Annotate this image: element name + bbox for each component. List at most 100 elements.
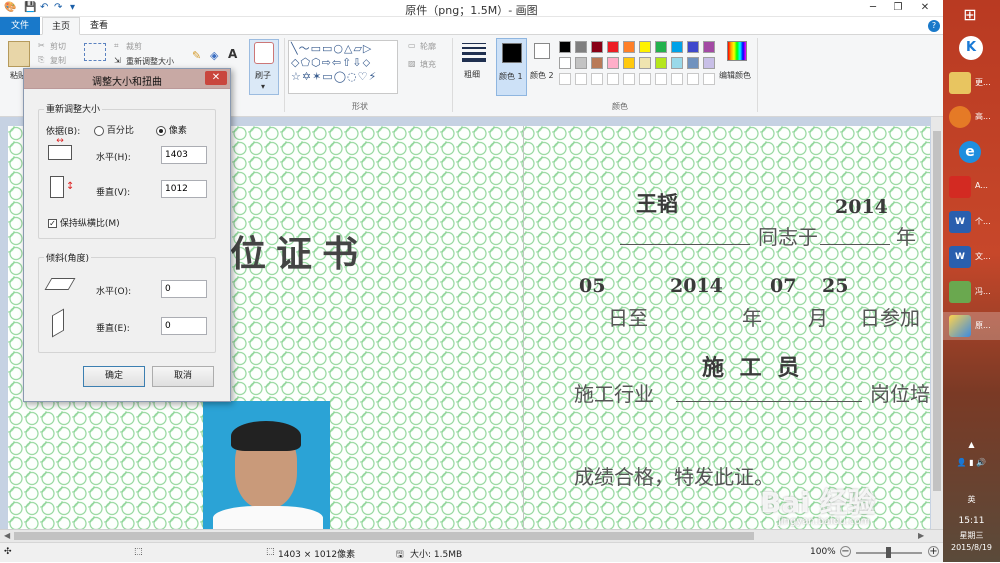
- acrobat-icon: [949, 176, 971, 198]
- skew-horizontal-input[interactable]: [161, 280, 207, 298]
- palette-swatch[interactable]: [687, 57, 699, 69]
- palette-swatch[interactable]: [575, 57, 587, 69]
- brush-button[interactable]: 刷子 ▾: [249, 39, 279, 95]
- horizontal-scroll-thumb[interactable]: [14, 532, 754, 540]
- taskbar-item-acrobat[interactable]: A...: [943, 173, 1000, 201]
- palette-swatch[interactable]: [671, 57, 683, 69]
- skew-fieldset: [38, 257, 216, 353]
- cut-icon[interactable]: ✂: [38, 41, 45, 50]
- custom-color-slot[interactable]: [655, 73, 667, 85]
- outline-label[interactable]: 轮廓: [420, 41, 436, 52]
- outline-icon[interactable]: ▭: [408, 41, 416, 50]
- copy-icon[interactable]: ⎘: [38, 55, 44, 65]
- palette-swatch[interactable]: [575, 41, 587, 53]
- custom-color-slot[interactable]: [575, 73, 587, 85]
- fill-label[interactable]: 填充: [420, 59, 436, 70]
- tab-home[interactable]: 主页: [42, 17, 80, 35]
- custom-color-slot[interactable]: [559, 73, 571, 85]
- palette-swatch[interactable]: [639, 57, 651, 69]
- custom-color-slot[interactable]: [639, 73, 651, 85]
- color2-swatch[interactable]: [534, 43, 550, 59]
- fill-icon[interactable]: ▨: [408, 59, 416, 68]
- resize-label[interactable]: 重新调整大小: [126, 56, 174, 67]
- size-label[interactable]: 粗细: [464, 69, 480, 80]
- crop-label[interactable]: 裁剪: [126, 41, 142, 52]
- palette-swatch[interactable]: [607, 57, 619, 69]
- cut-label[interactable]: 剪切: [50, 41, 66, 52]
- vertical-scrollbar[interactable]: [931, 117, 943, 529]
- cancel-button[interactable]: 取消: [152, 366, 214, 387]
- zoom-out-button[interactable]: −: [840, 546, 851, 557]
- taskbar-item-photo[interactable]: 冯...: [943, 278, 1000, 306]
- tab-view[interactable]: 查看: [84, 17, 114, 35]
- ok-button[interactable]: 确定: [83, 366, 145, 387]
- edit-colors-icon[interactable]: [727, 41, 747, 61]
- taskbar-item-word2[interactable]: W 文...: [943, 243, 1000, 271]
- tray-arrow-icon[interactable]: ▲: [943, 440, 1000, 449]
- zoom-in-button[interactable]: +: [928, 546, 939, 557]
- palette-swatch[interactable]: [703, 57, 715, 69]
- palette-swatch[interactable]: [623, 57, 635, 69]
- zoom-slider-handle[interactable]: [886, 547, 891, 558]
- custom-color-slot[interactable]: [623, 73, 635, 85]
- tab-file[interactable]: 文件: [0, 17, 40, 35]
- crop-icon[interactable]: ⌗: [114, 41, 119, 51]
- custom-color-slot[interactable]: [591, 73, 603, 85]
- app-k-icon[interactable]: K: [959, 36, 983, 60]
- taskbar-item-word1[interactable]: W 个...: [943, 208, 1000, 236]
- skew-vertical-input[interactable]: [161, 317, 207, 335]
- palette-swatch[interactable]: [607, 41, 619, 53]
- resize-horizontal-icon: ↔: [48, 137, 72, 160]
- taskbar-item-firefox[interactable]: 高...: [943, 103, 1000, 131]
- custom-color-slot[interactable]: [671, 73, 683, 85]
- palette-swatch[interactable]: [671, 41, 683, 53]
- taskbar-item-ie[interactable]: e: [943, 138, 1000, 166]
- scroll-left-icon[interactable]: ◀: [4, 531, 10, 540]
- palette-swatch[interactable]: [591, 57, 603, 69]
- minimize-button[interactable]: ─: [862, 0, 884, 16]
- palette-swatch[interactable]: [687, 41, 699, 53]
- resize-icon[interactable]: ⇲: [114, 56, 121, 65]
- dialog-titlebar[interactable]: 调整大小和扭曲 ✕: [24, 69, 230, 89]
- clock-time[interactable]: 15:11: [943, 516, 1000, 526]
- tray-icons[interactable]: 👤 ▮ 🔊: [943, 458, 1000, 467]
- palette-swatch[interactable]: [655, 41, 667, 53]
- taskbar-item-folder[interactable]: 更...: [943, 69, 1000, 97]
- size-icon[interactable]: [462, 43, 486, 62]
- select-icon[interactable]: [84, 43, 106, 61]
- edit-colors-label[interactable]: 编辑颜色: [719, 70, 751, 81]
- horizontal-scrollbar[interactable]: ◀ ▶: [0, 529, 943, 542]
- copy-label[interactable]: 复制: [50, 55, 66, 66]
- restore-button[interactable]: ❐: [887, 0, 909, 16]
- fill-bucket-icon[interactable]: ◈: [210, 49, 218, 62]
- help-icon[interactable]: ?: [928, 20, 940, 32]
- vertical-input[interactable]: [161, 180, 207, 198]
- custom-color-slot[interactable]: [607, 73, 619, 85]
- pencil-icon[interactable]: ✎: [192, 49, 201, 62]
- close-button[interactable]: ✕: [914, 0, 936, 16]
- palette-swatch[interactable]: [559, 57, 571, 69]
- color1-button[interactable]: 颜色 1: [496, 38, 527, 96]
- text-tool-icon[interactable]: A: [228, 47, 237, 61]
- shapes-gallery[interactable]: ╲〜▭▭○△▱▷ ◇⬠⬡⇨⇦⇧⇩⬦ ☆✡✶▭◯◌♡⚡: [288, 40, 398, 94]
- custom-color-slot[interactable]: [703, 73, 715, 85]
- ime-indicator[interactable]: 英: [943, 494, 1000, 505]
- palette-swatch[interactable]: [559, 41, 571, 53]
- dialog-close-button[interactable]: ✕: [205, 71, 227, 85]
- horizontal-input[interactable]: [161, 146, 207, 164]
- palette-swatch[interactable]: [655, 57, 667, 69]
- vertical-scroll-thumb[interactable]: [933, 131, 941, 491]
- palette-swatch[interactable]: [703, 41, 715, 53]
- keep-ratio-checkbox[interactable]: ✓ 保持纵横比(M): [48, 216, 120, 229]
- clipboard-icon[interactable]: [8, 41, 30, 67]
- custom-color-slot[interactable]: [687, 73, 699, 85]
- taskbar-item-paint[interactable]: 原...: [943, 312, 1000, 340]
- percent-radio[interactable]: 百分比: [94, 123, 134, 136]
- palette-swatch[interactable]: [591, 41, 603, 53]
- palette-swatch[interactable]: [639, 41, 651, 53]
- color2-label[interactable]: 颜色 2: [530, 70, 554, 81]
- scroll-right-icon[interactable]: ▶: [918, 531, 924, 540]
- start-button-icon[interactable]: ⊞: [961, 6, 979, 24]
- pixels-radio[interactable]: 像素: [156, 123, 187, 136]
- palette-swatch[interactable]: [623, 41, 635, 53]
